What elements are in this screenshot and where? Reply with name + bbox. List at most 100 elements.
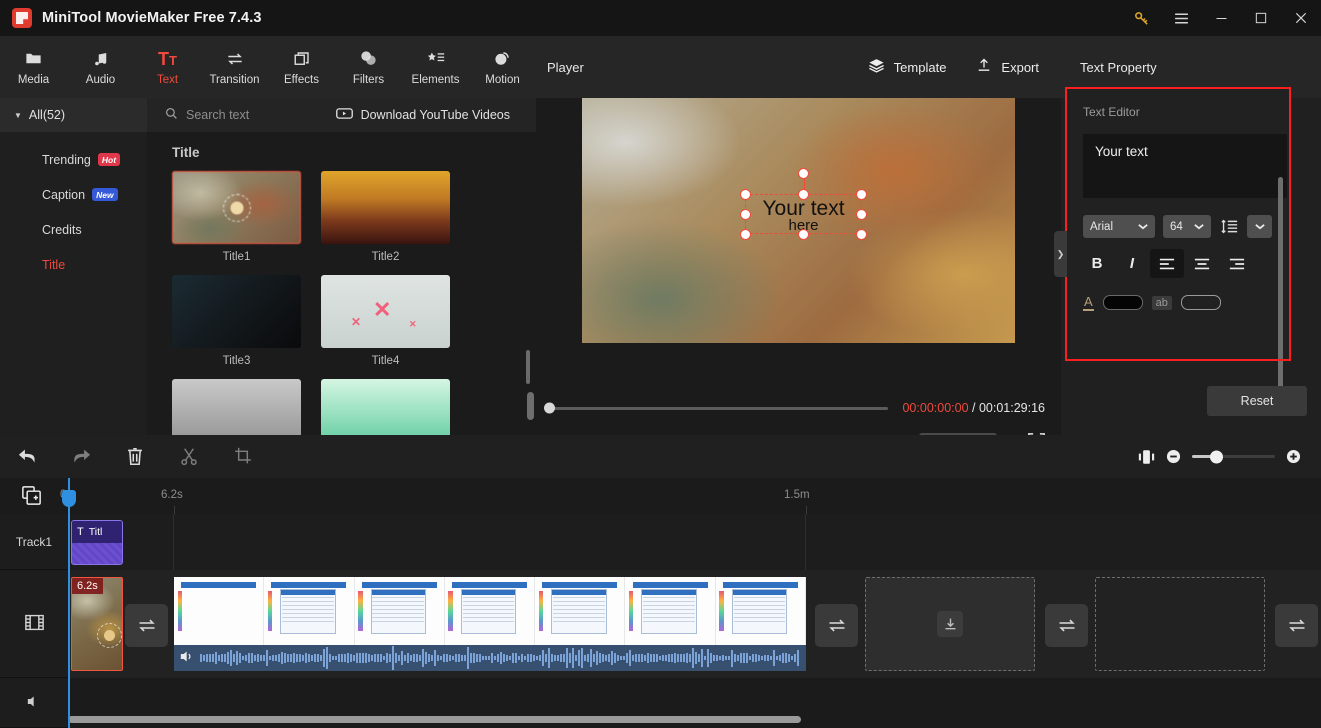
- template-button[interactable]: Template: [868, 57, 946, 77]
- video-clip-main[interactable]: [174, 577, 806, 671]
- rotate-handle[interactable]: [797, 168, 809, 179]
- split-button[interactable]: [162, 435, 216, 478]
- tab-media[interactable]: Media: [0, 36, 67, 98]
- preview-canvas[interactable]: Your text here: [582, 98, 1015, 343]
- resize-handle-tl[interactable]: [739, 188, 751, 200]
- all-filter-label: All(52): [28, 108, 66, 122]
- youtube-download-icon: [335, 107, 353, 123]
- reset-button[interactable]: Reset: [1207, 385, 1307, 416]
- tab-label: Text: [156, 73, 179, 86]
- collapse-panel-button[interactable]: ❯: [1054, 231, 1067, 277]
- resize-handle-mr[interactable]: [855, 208, 867, 220]
- transition-slot-3[interactable]: [1045, 604, 1088, 647]
- template-item-title4[interactable]: ✕ ✕ ✕ Title4: [321, 275, 450, 367]
- tab-transition[interactable]: Transition: [201, 36, 268, 98]
- preview-stage: Your text here: [536, 98, 1061, 343]
- resize-handle-tc[interactable]: [797, 188, 809, 200]
- tab-effects[interactable]: Effects: [268, 36, 335, 98]
- search-placeholder: Search text: [186, 108, 250, 122]
- clip-duration-badge: 6.2s: [72, 578, 103, 594]
- media-placeholder-2[interactable]: [1095, 577, 1265, 671]
- text-tt-icon: TT: [158, 48, 177, 69]
- maximize-icon[interactable]: [1241, 0, 1281, 36]
- text-clip[interactable]: T Titl: [71, 520, 123, 565]
- close-icon[interactable]: [1281, 0, 1321, 36]
- timeline-ruler[interactable]: 0s 6.2s 1.5m: [0, 478, 1321, 514]
- library-panel-divider-scrollbar[interactable]: [526, 350, 530, 384]
- track-header-audio[interactable]: [0, 678, 68, 728]
- track-header-video[interactable]: [0, 570, 68, 678]
- category-list: Trending Hot Caption New Credits Title: [0, 132, 147, 435]
- playhead[interactable]: [62, 478, 76, 728]
- media-placeholder-1[interactable]: [865, 577, 1035, 671]
- library-scrollbar[interactable]: [527, 392, 534, 420]
- redo-button[interactable]: [54, 435, 108, 478]
- template-grid-area: Title Title1 Title2 Title3 ✕ ✕ ✕ Title4: [147, 132, 536, 435]
- audio-waveform: [174, 645, 806, 671]
- tab-label: Effects: [284, 73, 319, 86]
- template-group-title: Title: [172, 145, 200, 160]
- category-label: Caption: [42, 187, 86, 202]
- total-time: 00:01:29:16: [978, 401, 1045, 415]
- category-trending[interactable]: Trending Hot: [0, 142, 147, 177]
- resize-handle-ml[interactable]: [739, 208, 751, 220]
- tab-elements[interactable]: Elements: [402, 36, 469, 98]
- track-label: Track1: [15, 534, 53, 549]
- tab-text[interactable]: TT Text: [134, 36, 201, 98]
- crop-button[interactable]: [216, 435, 270, 478]
- zoom-in-icon[interactable]: [1286, 449, 1301, 464]
- video-clip-selected[interactable]: 6.2s: [71, 577, 123, 671]
- elements-icon: [426, 49, 446, 69]
- resize-handle-tr[interactable]: [855, 188, 867, 200]
- category-credits[interactable]: Credits: [0, 212, 147, 247]
- seek-knob[interactable]: [544, 402, 555, 414]
- zoom-slider[interactable]: [1192, 450, 1275, 463]
- hamburger-menu-icon[interactable]: [1161, 0, 1201, 36]
- export-button[interactable]: Export: [976, 57, 1039, 77]
- add-track-icon[interactable]: [22, 486, 41, 510]
- clip-thumbnail: [715, 577, 806, 645]
- playhead-knob[interactable]: [62, 490, 76, 507]
- category-caption[interactable]: Caption New: [0, 177, 147, 212]
- zoom-slider-knob[interactable]: [1210, 450, 1223, 463]
- timeline-horizontal-scrollbar[interactable]: [68, 716, 801, 723]
- search-input[interactable]: Search text: [165, 107, 249, 123]
- text-overlay-selection[interactable]: Your text here: [739, 168, 867, 240]
- tab-audio[interactable]: Audio: [67, 36, 134, 98]
- resize-handle-bl[interactable]: [739, 228, 751, 240]
- transition-slot-1[interactable]: [125, 604, 168, 647]
- minimize-icon[interactable]: [1201, 0, 1241, 36]
- search-icon: [165, 107, 178, 123]
- transition-slot-2[interactable]: [815, 604, 858, 647]
- key-icon[interactable]: [1121, 0, 1161, 36]
- template-thumbnail: [172, 171, 301, 244]
- resize-handle-br[interactable]: [855, 228, 867, 240]
- resize-handle-bc[interactable]: [797, 228, 809, 240]
- clip-thumbnail: [264, 577, 355, 645]
- template-item-title3[interactable]: Title3: [172, 275, 301, 367]
- template-item-title2[interactable]: Title2: [321, 171, 450, 263]
- category-title[interactable]: Title: [0, 247, 147, 282]
- template-thumbnail: [321, 171, 450, 244]
- zoom-out-icon[interactable]: [1166, 449, 1181, 464]
- track-row-text[interactable]: T Titl: [68, 514, 1321, 570]
- tab-filters[interactable]: Filters: [335, 36, 402, 98]
- fit-timeline-icon[interactable]: [1138, 449, 1155, 465]
- template-label: Title4: [371, 355, 400, 367]
- track-row-video[interactable]: 6.2s: [68, 570, 1321, 678]
- undo-button[interactable]: [0, 435, 54, 478]
- delete-button[interactable]: [108, 435, 162, 478]
- template-item-next-row-right[interactable]: [321, 379, 450, 435]
- seek-slider[interactable]: [544, 402, 889, 414]
- all-filter-dropdown[interactable]: ▼ All(52): [0, 98, 147, 132]
- dot-decoration-icon: [104, 630, 115, 641]
- template-item-next-row-left[interactable]: [172, 379, 301, 435]
- template-item-title1[interactable]: Title1: [172, 171, 301, 263]
- track-header-text[interactable]: Track1: [0, 514, 68, 570]
- export-upload-icon: [976, 57, 992, 77]
- text-clip-bar: T Titl: [72, 521, 122, 543]
- tab-motion[interactable]: Motion: [469, 36, 536, 98]
- timeline: 0s 6.2s 1.5m Track1: [0, 478, 1321, 728]
- download-youtube-button[interactable]: Download YouTube Videos: [335, 107, 510, 123]
- transition-slot-4[interactable]: [1275, 604, 1318, 647]
